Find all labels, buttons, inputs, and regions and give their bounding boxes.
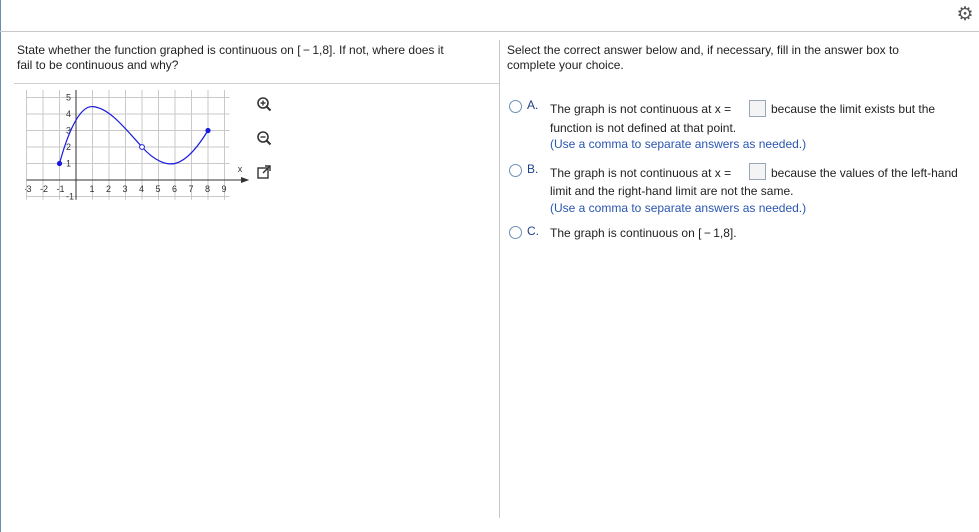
option-b-answer-box[interactable] bbox=[749, 163, 766, 180]
popout-icon[interactable] bbox=[256, 164, 272, 180]
x-tick-label: 1 bbox=[90, 184, 95, 194]
x-axis-label: x bbox=[238, 164, 243, 174]
question-line-2: fail to be continuous and why? bbox=[17, 58, 179, 72]
function-graph: xy-3-2-112345678954321-1 bbox=[25, 90, 250, 202]
option-c-radio[interactable] bbox=[509, 226, 522, 239]
closed-endpoint-left bbox=[56, 160, 63, 167]
gear-icon[interactable]: ⚙ bbox=[956, 5, 974, 24]
y-tick-label: 4 bbox=[66, 109, 71, 119]
option-a-text-before: The graph is not continuous at x = bbox=[550, 102, 732, 116]
option-b-radio[interactable] bbox=[509, 164, 522, 177]
option-c-letter: C. bbox=[527, 224, 539, 238]
x-tick-label: 5 bbox=[156, 184, 161, 194]
x-tick-label: -1 bbox=[57, 184, 65, 194]
option-b-text-before: The graph is not continuous at x = bbox=[550, 166, 732, 180]
option-b-note: (Use a comma to separate answers as need… bbox=[550, 201, 807, 215]
option-a-text-line2: function is not defined at that point. bbox=[550, 121, 737, 135]
instructions: Select the correct answer below and, if … bbox=[507, 43, 957, 73]
graph-tick-labels: xy-3-2-112345678954321-1 bbox=[25, 93, 243, 202]
x-tick-label: 2 bbox=[106, 184, 111, 194]
instructions-line-2: complete your choice. bbox=[507, 58, 624, 72]
x-tick-label: -2 bbox=[40, 184, 48, 194]
header-divider bbox=[0, 31, 979, 32]
x-axis-arrow bbox=[241, 177, 250, 183]
zoom-in-icon[interactable] bbox=[256, 96, 272, 112]
x-tick-label: 7 bbox=[189, 184, 194, 194]
question-line-1: State whether the function graphed is co… bbox=[17, 43, 444, 57]
option-b-letter: B. bbox=[527, 162, 539, 176]
x-tick-label: 9 bbox=[222, 184, 227, 194]
option-b-text-after: because the values of the left-hand bbox=[771, 166, 958, 180]
instructions-line-1: Select the correct answer below and, if … bbox=[507, 43, 899, 57]
x-tick-label: -3 bbox=[25, 184, 32, 194]
y-tick-label: 1 bbox=[66, 159, 71, 169]
option-c-text: The graph is continuous on [ − 1,8]. bbox=[550, 226, 737, 240]
x-tick-label: 4 bbox=[139, 184, 144, 194]
y-tick-label: 2 bbox=[66, 142, 71, 152]
zoom-out-icon[interactable] bbox=[256, 130, 272, 146]
y-tick-label: -1 bbox=[66, 192, 74, 202]
question-divider bbox=[14, 83, 499, 84]
option-a-radio[interactable] bbox=[509, 100, 522, 113]
window-left-border bbox=[0, 0, 1, 532]
open-point-hole bbox=[139, 144, 145, 150]
option-a-note: (Use a comma to separate answers as need… bbox=[550, 137, 807, 151]
option-a-letter: A. bbox=[527, 98, 539, 112]
option-a-text-after: because the limit exists but the bbox=[771, 102, 936, 116]
y-tick-label: 5 bbox=[66, 93, 71, 103]
panel-divider bbox=[499, 40, 500, 518]
graph-curve bbox=[56, 105, 211, 167]
x-tick-label: 8 bbox=[205, 184, 210, 194]
question-text: State whether the function graphed is co… bbox=[17, 43, 487, 73]
option-b-text-line2: limit and the right-hand limit are not t… bbox=[550, 184, 794, 198]
closed-endpoint-right bbox=[205, 127, 211, 134]
option-a-answer-box[interactable] bbox=[749, 100, 766, 117]
x-tick-label: 3 bbox=[123, 184, 128, 194]
x-tick-label: 6 bbox=[172, 184, 177, 194]
curve-segment-left bbox=[58, 105, 143, 164]
